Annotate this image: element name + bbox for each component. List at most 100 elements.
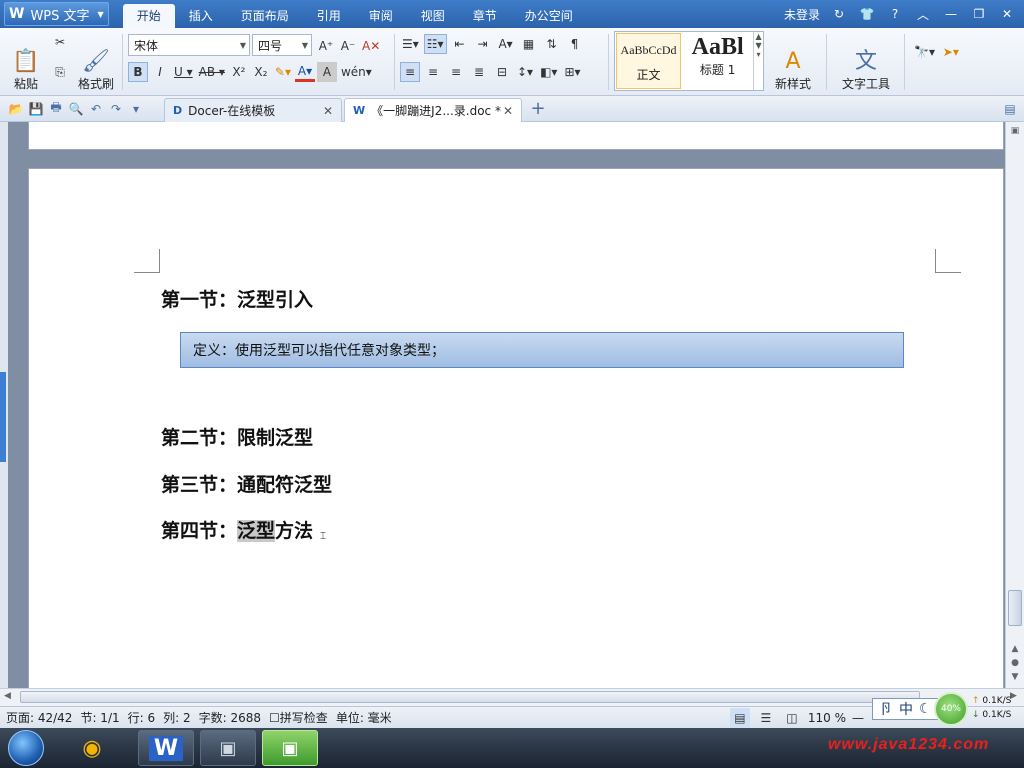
login-link[interactable]: 未登录 <box>784 6 820 23</box>
vertical-scroll-thumb[interactable] <box>1008 590 1022 626</box>
heading-section-4[interactable]: 第四节：泛型方法 <box>161 516 313 543</box>
zoom-out-icon[interactable]: — <box>852 711 864 725</box>
format-painter-button[interactable]: 🖌 格式刷 <box>76 32 116 92</box>
horizontal-scrollbar[interactable]: ◀ ▶ <box>0 688 1024 706</box>
undo-icon[interactable]: ↶ <box>86 102 106 116</box>
align-right-icon[interactable]: ≡ <box>446 62 466 82</box>
taskbar-app-2[interactable]: ▣ <box>200 730 256 766</box>
shrink-font-icon[interactable]: A⁻ <box>338 36 358 56</box>
print-icon[interactable]: 🖶 <box>46 98 66 119</box>
bold-button[interactable]: B <box>128 62 148 82</box>
numbered-list-icon[interactable]: ☷▾ <box>423 34 447 54</box>
skin-icon[interactable]: 👕 <box>858 7 876 21</box>
strikethrough-button[interactable]: AB ▾ <box>197 62 227 82</box>
heading-section-2[interactable]: 第二节：限制泛型 <box>161 423 313 450</box>
network-gauge[interactable]: 40% <box>934 692 968 726</box>
vertical-scrollbar[interactable]: ▣ ▲ ● ▼ <box>1005 122 1024 688</box>
app-icon-shortcut[interactable]: ◉ <box>64 730 120 766</box>
justify-icon[interactable]: ≣ <box>469 62 489 82</box>
text-tools-button[interactable]: 文 文字工具 <box>834 32 898 92</box>
tab-list-icon[interactable]: ▤ <box>1000 102 1020 116</box>
save-icon[interactable]: 💾 <box>26 102 46 116</box>
taskbar-app-3[interactable]: ▣ <box>262 730 318 766</box>
tab-page-layout[interactable]: 页面布局 <box>227 4 303 28</box>
status-word-count[interactable]: 字数: 2688 <box>199 709 261 726</box>
taskbar-wps-writer[interactable]: W <box>138 730 194 766</box>
help-icon[interactable]: ? <box>886 7 904 21</box>
grow-font-icon[interactable]: A⁺ <box>316 36 336 56</box>
table-icon[interactable]: ▦ <box>519 34 539 54</box>
sort-icon[interactable]: ⇅ <box>542 34 562 54</box>
font-size-select[interactable]: 四号 ▼ <box>252 34 312 56</box>
cut-icon[interactable]: ✂ <box>50 32 70 52</box>
start-button[interactable] <box>8 730 44 766</box>
close-icon[interactable]: ✕ <box>998 7 1016 21</box>
heading-section-3[interactable]: 第三节：通配符泛型 <box>161 470 332 497</box>
tab-references[interactable]: 引用 <box>303 4 355 28</box>
shading-icon[interactable]: ◧▾ <box>538 62 559 82</box>
font-color-icon[interactable]: A▾ <box>294 62 315 82</box>
select-browse-icon[interactable]: ● <box>1008 658 1022 670</box>
collapse-ribbon-icon[interactable]: ︿ <box>914 6 932 23</box>
next-page-icon[interactable]: ▼ <box>1008 672 1022 684</box>
tab-current-document[interactable]: W 《一脚蹦进J2...录.doc * ✕ <box>344 98 522 122</box>
restore-icon[interactable]: ❐ <box>970 7 988 21</box>
phonetic-guide-icon[interactable]: wén▾ <box>339 62 374 82</box>
underline-button[interactable]: U ▾ <box>172 62 195 82</box>
tab-office-space[interactable]: 办公空间 <box>511 4 587 28</box>
new-tab-icon[interactable]: + <box>528 98 548 119</box>
horizontal-scroll-thumb[interactable] <box>20 691 920 703</box>
align-left-icon[interactable]: ≡ <box>400 62 420 82</box>
bullet-list-icon[interactable]: ☰▾ <box>400 34 421 54</box>
tab-review[interactable]: 审阅 <box>355 4 407 28</box>
document-page[interactable]: 第一节：泛型引入 定义：使用泛型可以指代任意对象类型； 第二节：限制泛型 第三节… <box>28 168 1004 688</box>
zoom-level[interactable]: 110 % <box>808 711 846 725</box>
distribute-icon[interactable]: ⊟ <box>492 62 512 82</box>
prev-page-icon[interactable]: ▲ <box>1008 644 1022 656</box>
ruler-toggle-icon[interactable]: ▣ <box>1008 126 1022 138</box>
style-gallery-scroll[interactable]: ▲ ▼ ▾ <box>753 32 763 90</box>
tab-view[interactable]: 视图 <box>407 4 459 28</box>
outline-view-icon[interactable]: ☰ <box>756 708 776 728</box>
align-center-icon[interactable]: ≡ <box>423 62 443 82</box>
style-normal[interactable]: AaBbCcDd 正文 <box>616 33 682 89</box>
tab-home[interactable]: 开始 <box>122 4 175 28</box>
tab-docer-templates[interactable]: D Docer-在线模板 ✕ <box>164 98 342 122</box>
new-style-button[interactable]: A 新样式 <box>766 32 820 92</box>
style-heading-1[interactable]: AaBl 标题 1 <box>683 33 752 89</box>
increase-indent-icon[interactable]: ⇥ <box>473 34 493 54</box>
close-icon[interactable]: ✕ <box>503 104 513 118</box>
print-preview-icon[interactable]: 🔍 <box>66 102 86 116</box>
copy-icon[interactable]: ⎘ <box>50 62 70 82</box>
close-icon[interactable]: ✕ <box>323 104 333 118</box>
minimize-icon[interactable]: — <box>942 7 960 21</box>
borders-icon[interactable]: ⊞▾ <box>562 62 582 82</box>
page-view-icon[interactable]: ▤ <box>729 708 750 728</box>
quick-access-dropdown-icon[interactable]: ▾ <box>126 102 146 116</box>
spellcheck-toggle[interactable]: ☐拼写检查 <box>269 709 328 726</box>
ime-mode[interactable]: 中 <box>899 699 913 719</box>
definition-box[interactable]: 定义：使用泛型可以指代任意对象类型； <box>180 332 904 368</box>
italic-button[interactable]: I <box>150 62 170 82</box>
tab-insert[interactable]: 插入 <box>175 4 227 28</box>
line-spacing-icon[interactable]: ↕▾ <box>515 62 535 82</box>
font-name-select[interactable]: 宋体 ▼ <box>128 34 250 56</box>
find-icon[interactable]: 🔭▾ <box>912 42 937 62</box>
superscript-button[interactable]: X² <box>229 62 249 82</box>
app-menu-button[interactable]: W WPS 文字 ▼ <box>4 2 109 26</box>
heading-section-1[interactable]: 第一节：泛型引入 <box>161 285 313 312</box>
paste-button[interactable]: 📋 粘贴 <box>8 32 44 92</box>
char-shading-icon[interactable]: A <box>316 62 337 82</box>
decrease-indent-icon[interactable]: ⇤ <box>450 34 470 54</box>
clear-format-icon[interactable]: A✕ <box>360 36 382 56</box>
scroll-left-icon[interactable]: ◀ <box>4 691 11 701</box>
show-marks-icon[interactable]: ¶ <box>565 34 585 54</box>
sync-icon[interactable]: ↻ <box>830 7 848 21</box>
ime-toolbar[interactable]: 卪 中 ☾ <box>872 698 939 720</box>
web-view-icon[interactable]: ◫ <box>782 708 802 728</box>
tab-chapter[interactable]: 章节 <box>459 4 511 28</box>
redo-icon[interactable]: ↷ <box>106 102 126 116</box>
text-selection[interactable]: 泛型 <box>237 520 276 542</box>
status-page[interactable]: 页面: 42/42 <box>6 709 72 726</box>
highlight-icon[interactable]: ✎▾ <box>273 62 293 82</box>
